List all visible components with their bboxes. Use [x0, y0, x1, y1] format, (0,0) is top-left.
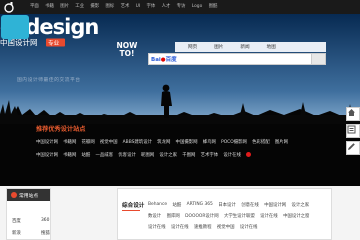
design-site-link[interactable]: 速推教程 — [194, 224, 212, 230]
design-site-link[interactable]: 创意在线 — [241, 202, 259, 208]
common-site-link[interactable]: 360 — [41, 218, 49, 223]
nav-item-gallery[interactable]: 图酷 — [209, 0, 218, 14]
site-slogan: 国内设计师最佳的交流平台 — [17, 78, 81, 83]
float-home-button[interactable] — [346, 107, 360, 121]
howto-label[interactable]: NOW TO! — [116, 42, 138, 58]
nav-item-images[interactable]: 图片 — [60, 0, 69, 14]
search-tabs: 网页 图片 新闻 地图 — [188, 44, 293, 50]
nav-item-icons[interactable]: 图标 — [105, 0, 114, 14]
recommend-link[interactable]: ABBS建筑设计 — [123, 139, 152, 145]
nav-item-interview[interactable]: 专访 — [177, 0, 186, 14]
nav-item-graphic[interactable]: 平面 — [30, 0, 39, 14]
list-icon — [347, 125, 356, 134]
design-site-link[interactable]: 站酷 — [172, 202, 181, 208]
nav-item-talent[interactable]: 人才 — [162, 0, 171, 14]
recommend-link[interactable]: 图片网 — [275, 139, 288, 145]
common-site-link[interactable]: 搜狐 — [41, 230, 50, 236]
design-site-link[interactable]: 设计在线 — [260, 213, 278, 219]
design-site-link[interactable]: 设计之家 — [292, 202, 310, 208]
home-icon — [348, 109, 355, 116]
common-sites-panel: 常用站点 百度 360 新浪 搜狐 — [6, 188, 51, 240]
title-underline — [122, 210, 140, 211]
recommend-link[interactable]: 花瓣网 — [82, 139, 95, 145]
search-tab-images[interactable]: 图片 — [214, 44, 223, 50]
hot-badge-icon — [246, 152, 252, 157]
recommend-link[interactable]: 设计在线 — [223, 152, 241, 158]
design-sites-row-2: 数设计 图库网 DOOOOR设计网 大学生设计联盟 设计在线 中国设计之窗 — [148, 213, 315, 219]
design-site-link[interactable]: 图库网 — [167, 213, 180, 219]
float-edit-button[interactable] — [346, 141, 360, 155]
design-site-link[interactable]: DOOOOR设计网 — [185, 213, 218, 219]
recommend-link[interactable]: 艺术字体 — [201, 152, 219, 158]
recommend-link[interactable]: POCO摄影网 — [221, 139, 247, 145]
common-sites-header: 常用站点 — [7, 189, 50, 201]
design-sites-title: 综合设计 — [122, 203, 145, 209]
lower-section: 常用站点 百度 360 新浪 搜狐 综合设计 Behance 站酷 ARTING… — [0, 186, 360, 240]
common-site-link[interactable]: 百度 — [12, 218, 21, 224]
recommend-link[interactable]: 设计之家 — [159, 152, 177, 158]
recommend-link[interactable]: 站酷 — [82, 152, 91, 158]
design-site-link[interactable]: 设计在线 — [171, 224, 189, 230]
search-input[interactable]: Bai●百度 — [148, 53, 326, 65]
recommend-link[interactable]: 中国设计网 — [36, 139, 58, 145]
nav-item-books[interactable]: 书籍 — [45, 0, 54, 14]
design-site-link[interactable]: ARTING 365 — [187, 202, 213, 208]
svg-text:专业: 专业 — [48, 39, 60, 47]
search-tab-news[interactable]: 新闻 — [240, 44, 249, 50]
recommend-link[interactable]: 筑龙网 — [157, 139, 170, 145]
design-site-link[interactable]: 中国设计网 — [264, 202, 286, 208]
baidu-logo: Bai●百度 — [151, 57, 177, 63]
top-nav-bar: 平面 书籍 图片 工业 摄影 图标 艺术 UI 字体 人才 专访 Logo 图酷 — [0, 0, 360, 14]
nav-item-art[interactable]: 艺术 — [121, 0, 130, 14]
recommend-link[interactable]: 书籍网 — [63, 139, 76, 145]
design-site-link[interactable]: 数设计 — [148, 213, 161, 219]
design-site-link[interactable]: 中国设计之窗 — [283, 213, 309, 219]
common-sites-icon — [11, 192, 17, 198]
recommend-link[interactable]: 蜂鸟网 — [203, 139, 216, 145]
recommend-link[interactable]: 书籍网 — [63, 152, 76, 158]
search-tab-maps[interactable]: 地图 — [267, 44, 276, 50]
howto-badge-icon[interactable] — [0, 14, 30, 44]
nav-item-font[interactable]: 字体 — [146, 0, 155, 14]
search-tab-web[interactable]: 网页 — [188, 44, 197, 50]
recommend-link[interactable]: 视觉中国 — [100, 139, 118, 145]
design-site-link[interactable]: 视觉中国 — [217, 224, 235, 230]
recommend-link[interactable]: 优客设计 — [118, 152, 136, 158]
recommend-title: 推荐优秀设计站点 — [36, 126, 86, 133]
design-site-link[interactable]: 大学生设计联盟 — [224, 213, 255, 219]
common-sites-title: 常用站点 — [19, 194, 39, 199]
float-list-button[interactable] — [346, 124, 360, 138]
recommend-row-1: 中国设计网 书籍网 花瓣网 视觉中国 ABBS建筑设计 筑龙网 中国摄影网 蜂鸟… — [36, 139, 293, 145]
common-site-link[interactable]: 新浪 — [12, 230, 21, 236]
design-sites-panel: 综合设计 Behance 站酷 ARTING 365 日本设计 创意在线 中国设… — [117, 188, 332, 240]
recommend-link[interactable]: 色彩搭配 — [252, 139, 270, 145]
main-nav: 平面 书籍 图片 工业 摄影 图标 艺术 UI 字体 人才 专访 Logo 图酷 — [30, 0, 224, 14]
design-site-link[interactable]: 日本设计 — [218, 202, 236, 208]
design-site-link[interactable]: 设计在线 — [148, 224, 166, 230]
recommend-link[interactable]: 中国设计网 — [36, 152, 58, 158]
recommend-row-2: 中国设计网 书籍网 站酷 一品威客 优客设计 昵图网 设计之家 千图网 艺术字体… — [36, 152, 252, 158]
nav-item-industrial[interactable]: 工业 — [75, 0, 84, 14]
design-site-link[interactable]: Behance — [148, 202, 167, 208]
nav-item-ui[interactable]: UI — [136, 0, 141, 14]
design-site-link[interactable]: 设计在线 — [240, 224, 258, 230]
recommend-link[interactable]: 一品威客 — [96, 152, 114, 158]
edit-icon — [348, 143, 355, 150]
recommend-link[interactable]: 昵图网 — [141, 152, 154, 158]
search-button[interactable] — [311, 54, 325, 64]
site-logo-icon[interactable] — [3, 1, 15, 13]
hero-banner: cndesign 中国设计网 专业 国内设计师最佳的交流平台 NOW TO! 网… — [0, 14, 360, 186]
design-sites-row-1: Behance 站酷 ARTING 365 日本设计 创意在线 中国设计网 设计… — [148, 202, 315, 208]
nav-item-photo[interactable]: 摄影 — [90, 0, 99, 14]
nav-item-logo[interactable]: Logo — [192, 0, 203, 14]
recommend-link[interactable]: 千图网 — [182, 152, 195, 158]
recommend-link[interactable]: 中国摄影网 — [176, 139, 198, 145]
design-sites-row-3: 设计在线 设计在线 速推教程 视觉中国 设计在线 — [148, 224, 263, 230]
